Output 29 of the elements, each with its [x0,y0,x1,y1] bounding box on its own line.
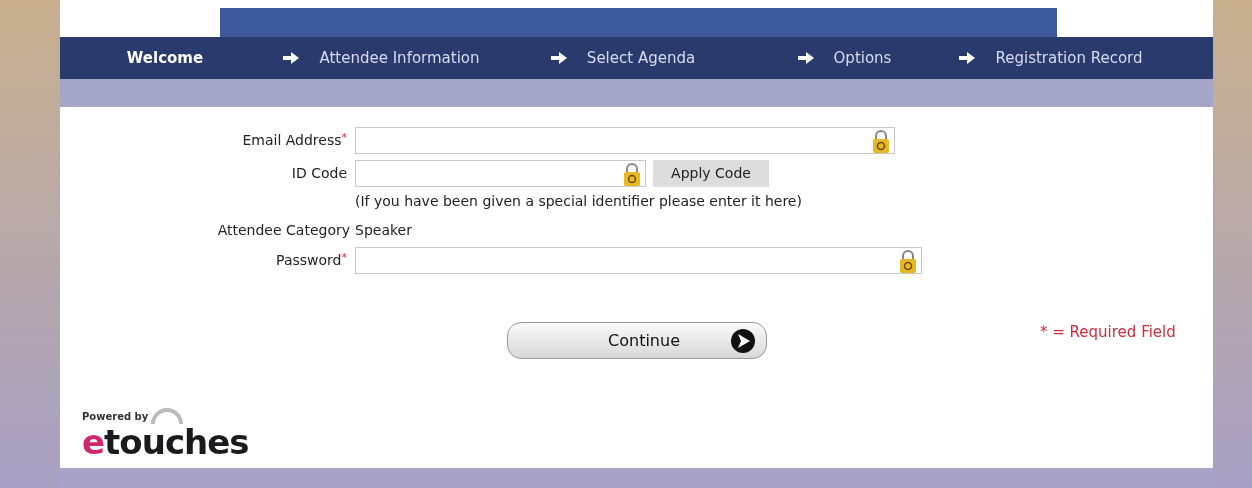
required-asterisk: * [341,131,347,144]
arrow-right-icon [550,52,567,64]
password-input-field[interactable] [355,247,922,274]
etouches-logo: etouches [82,424,249,460]
arrow-right-icon [797,52,814,64]
arrow-right-icon [283,52,300,64]
id-code-input-field[interactable] [355,160,646,187]
field-label: ID Code [291,165,347,181]
lock-icon [899,248,917,273]
field-label: Password [276,252,342,268]
step-tab[interactable]: Select Agenda [586,46,696,70]
continue-button[interactable]: Continue [507,322,767,359]
field-value: Speaker [355,221,412,240]
arrow-circle-icon [730,327,756,354]
apply-code-button[interactable]: Apply Code [653,160,769,187]
step-tab[interactable]: Attendee Information [319,46,480,70]
field-label: Email Address [242,132,342,148]
powered-by-text: Powered by [82,410,149,424]
required-asterisk: * [341,251,347,264]
step-tab[interactable]: Registration Record [995,46,1143,70]
lock-icon [623,161,641,186]
lock-icon [872,128,890,153]
step-tab[interactable]: Welcome [126,46,204,70]
arrow-right-icon [959,52,976,64]
required-field-note: * = Required Field [1040,322,1176,344]
hint-text: (If you have been given a special identifier please enter it here) [355,193,802,209]
email-input-field[interactable] [355,127,895,154]
field-label: Attendee Category [217,222,350,238]
step-tab[interactable]: Options [833,46,892,70]
